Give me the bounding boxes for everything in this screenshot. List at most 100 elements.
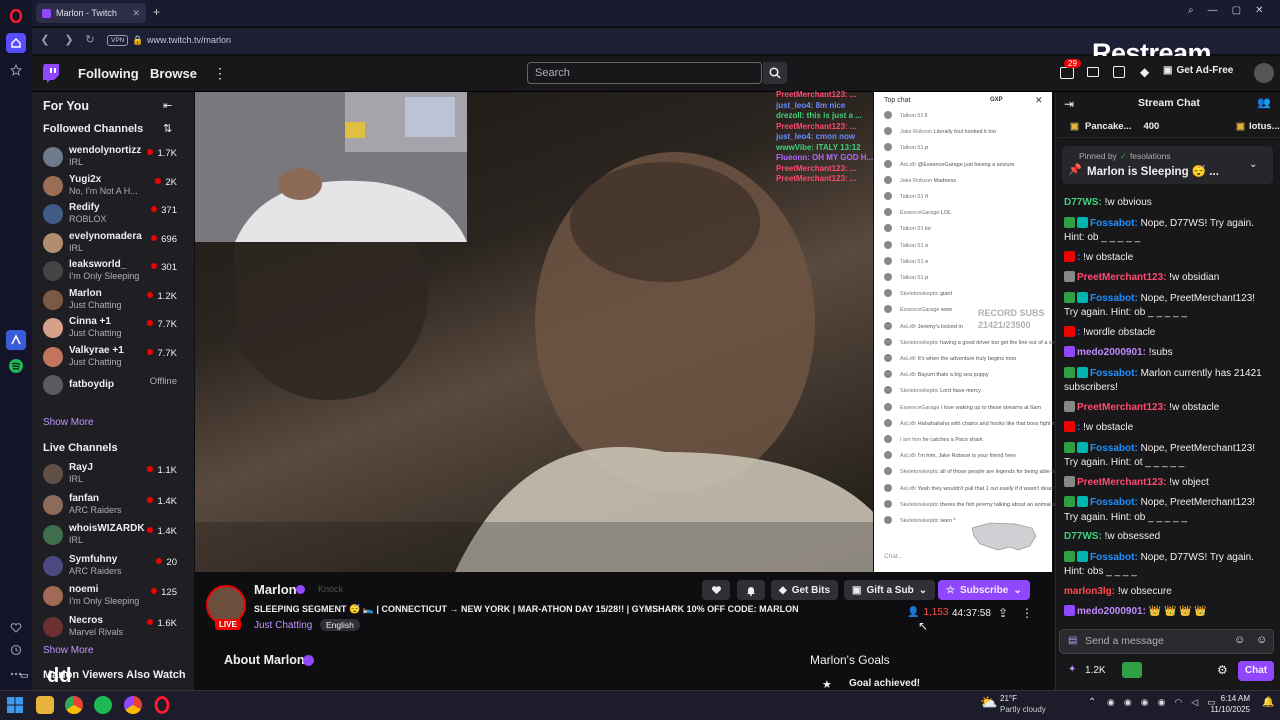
chat-username[interactable]: D77WS: bbox=[1064, 197, 1105, 208]
leaderboard-item-1[interactable]: ▣ Pancake... 400 bbox=[1070, 121, 1159, 132]
new-tab-icon[interactable]: + bbox=[153, 5, 160, 19]
inbox-icon[interactable] bbox=[1087, 67, 1099, 77]
collapse-chat-icon[interactable]: ⇥ bbox=[1064, 97, 1074, 111]
following-link[interactable]: Following bbox=[78, 66, 139, 81]
chat-username[interactable]: medo2000901: bbox=[1077, 606, 1149, 617]
chat-username[interactable]: D77WS: bbox=[1064, 531, 1105, 542]
home-icon[interactable] bbox=[6, 33, 26, 53]
category-link[interactable]: Just Chatting bbox=[254, 620, 312, 631]
sidebar-channel[interactable]: evelynomadera IRL 696 bbox=[40, 229, 186, 257]
chat-username[interactable]: Fossabot: bbox=[1090, 497, 1141, 508]
chat-username[interactable]: PreetMerchant123: bbox=[1077, 272, 1169, 283]
sidebar-channel[interactable]: leaksworld_ I'm Only Sleeping 301 bbox=[40, 257, 186, 285]
claim-bonus-icon[interactable] bbox=[1122, 662, 1142, 678]
chat-username[interactable]: marlon3lg: bbox=[1064, 586, 1118, 597]
twitch-logo-icon[interactable] bbox=[42, 63, 60, 83]
sort-icon[interactable]: ⇅ bbox=[163, 122, 172, 135]
points-value[interactable]: 1.2K bbox=[1085, 665, 1106, 676]
minimize-icon[interactable]: — bbox=[1208, 5, 1218, 21]
search-tabs-icon[interactable]: ⌕ bbox=[1188, 5, 1194, 21]
chevron-down-icon[interactable]: ⌄ bbox=[1249, 159, 1257, 170]
gift-sub-button[interactable]: ▣ Gift a Sub ⌄ bbox=[844, 580, 936, 600]
file-explorer-icon[interactable] bbox=[36, 696, 54, 714]
tray-app-icon[interactable]: ◉ bbox=[1158, 697, 1166, 708]
back-icon[interactable]: ❮ bbox=[38, 33, 52, 47]
bits-icon[interactable]: ◆ bbox=[1140, 65, 1149, 79]
settings-icon[interactable]: ☺ bbox=[1256, 634, 1267, 646]
language-tag[interactable]: English bbox=[320, 619, 360, 631]
more-options-icon[interactable]: ⋮ bbox=[1021, 606, 1033, 620]
show-more-live[interactable]: Show More bbox=[43, 645, 94, 656]
sidebar-channel[interactable]: fanfan ARC Raiders 1.4K bbox=[40, 491, 186, 519]
prime-loot-icon[interactable] bbox=[1060, 67, 1074, 79]
chat-username[interactable]: Fossabot: bbox=[1090, 218, 1141, 229]
sidebar-channel[interactable]: Marlon Just Chatting 1.2K bbox=[40, 286, 186, 314]
tray-app-icon[interactable]: ◉ bbox=[1107, 697, 1115, 708]
tray-app-icon[interactable]: ◉ bbox=[1124, 697, 1132, 708]
vpn-badge[interactable]: VPN bbox=[107, 35, 129, 46]
user-avatar[interactable] bbox=[1254, 63, 1274, 83]
chat-username[interactable]: Fossabot: bbox=[1090, 443, 1141, 454]
star-icon[interactable] bbox=[6, 60, 26, 80]
chat-username[interactable]: PreetMerchant123: bbox=[1077, 402, 1169, 413]
chat-username[interactable]: Fossabot: bbox=[1090, 552, 1141, 563]
opera-logo-icon[interactable] bbox=[6, 6, 26, 26]
sidebar-channel[interactable]: Cinna +1 Just Chatting 7.7K bbox=[40, 314, 186, 342]
chrome-icon[interactable] bbox=[65, 696, 83, 714]
history-icon[interactable] bbox=[6, 640, 26, 660]
get-ad-free-button[interactable]: ▣ Get Ad-Free bbox=[1163, 65, 1233, 76]
spotify-icon[interactable] bbox=[6, 356, 26, 376]
chat-username[interactable]: PreetMerchant123: bbox=[1077, 477, 1169, 488]
chrome-alt-icon[interactable] bbox=[124, 696, 142, 714]
close-tab-icon[interactable]: ✕ bbox=[132, 8, 140, 19]
share-icon[interactable]: ⇪ bbox=[998, 606, 1008, 620]
more-menu-icon[interactable]: ⋮ bbox=[213, 65, 227, 82]
community-icon[interactable]: 👥 bbox=[1257, 96, 1271, 109]
emote-picker-icon[interactable]: ☺ bbox=[1234, 634, 1245, 646]
sidebar-channel[interactable]: Yugi2x No, I'm Not A H... 2K bbox=[40, 172, 186, 200]
aria-icon[interactable] bbox=[6, 330, 26, 350]
chat-username[interactable]: Fossabot: bbox=[1090, 368, 1141, 379]
sidebar-channel[interactable]: Necros Marvel Rivals 1.6K bbox=[40, 613, 186, 641]
notification-center-icon[interactable]: 🔔 bbox=[1262, 697, 1274, 708]
sidebar-channel[interactable]: Valkyrae +1 Just Chatting 7.7K bbox=[40, 343, 186, 371]
url-field[interactable]: www.twitch.tv/marlon bbox=[147, 35, 231, 45]
search-button[interactable] bbox=[763, 62, 787, 84]
tray-app-icon[interactable]: ◉ bbox=[1141, 697, 1149, 708]
wifi-icon[interactable]: ◠ bbox=[1174, 697, 1182, 708]
get-bits-button[interactable]: ◆ Get Bits bbox=[771, 580, 839, 600]
notifications-button[interactable] bbox=[737, 580, 765, 600]
tray-expand-icon[interactable]: ⌃ bbox=[1088, 697, 1096, 708]
popout-chat-input[interactable]: Chat... bbox=[884, 553, 1024, 560]
search-input[interactable]: Search bbox=[527, 62, 762, 84]
follow-button[interactable] bbox=[702, 580, 730, 600]
chat-send-button[interactable]: Chat bbox=[1238, 661, 1274, 681]
windows-start-icon[interactable] bbox=[6, 696, 24, 714]
browser-tab[interactable]: Marlon - Twitch ✕ bbox=[36, 3, 146, 23]
close-window-icon[interactable]: ✕ bbox=[1255, 5, 1263, 21]
maximize-icon[interactable]: ▢ bbox=[1232, 5, 1241, 21]
chat-username[interactable]: medo2000901: bbox=[1077, 347, 1149, 358]
whispers-icon[interactable] bbox=[1113, 66, 1125, 78]
collapse-sidebar-icon[interactable]: ⇤ bbox=[163, 99, 172, 112]
leaderboard-item-2[interactable]: ▣ lotus... bbox=[1236, 121, 1280, 132]
sidebar-channel[interactable]: wendolynortizz IRL 1.7K bbox=[40, 143, 186, 171]
subscribe-button[interactable]: ☆ Subscribe ⌄ bbox=[938, 580, 1030, 600]
spotify-taskbar-icon[interactable] bbox=[94, 696, 112, 714]
channel-name[interactable]: Marlon bbox=[254, 582, 297, 597]
reload-icon[interactable]: ↻ bbox=[83, 33, 97, 47]
heart-icon[interactable] bbox=[6, 618, 26, 638]
popout-close-icon[interactable]: ✕ bbox=[1035, 95, 1043, 106]
knock-button[interactable]: Knock bbox=[318, 584, 343, 594]
sidebar-channel[interactable]: fatboydip Offline bbox=[40, 371, 186, 399]
volume-icon[interactable]: ◁ bbox=[1191, 697, 1198, 708]
sidebar-channel[interactable]: Redify ROBLOX 371 bbox=[40, 200, 186, 228]
chat-username[interactable]: Fossabot: bbox=[1090, 293, 1141, 304]
chat-settings-icon[interactable]: ⚙ bbox=[1217, 663, 1228, 677]
top-chat-dropdown[interactable]: Top chat bbox=[884, 97, 910, 104]
sidebar-channel[interactable]: whoisWIZARDK... IRL 1.4K bbox=[40, 521, 186, 549]
browse-link[interactable]: Browse bbox=[150, 66, 197, 81]
sidebar-channel[interactable]: Symfuhny ARC Raiders 20 bbox=[40, 552, 186, 580]
sidebar-channel[interactable]: RayJ IRL 1.1K bbox=[40, 460, 186, 488]
forward-icon[interactable]: ❯ bbox=[62, 33, 76, 47]
